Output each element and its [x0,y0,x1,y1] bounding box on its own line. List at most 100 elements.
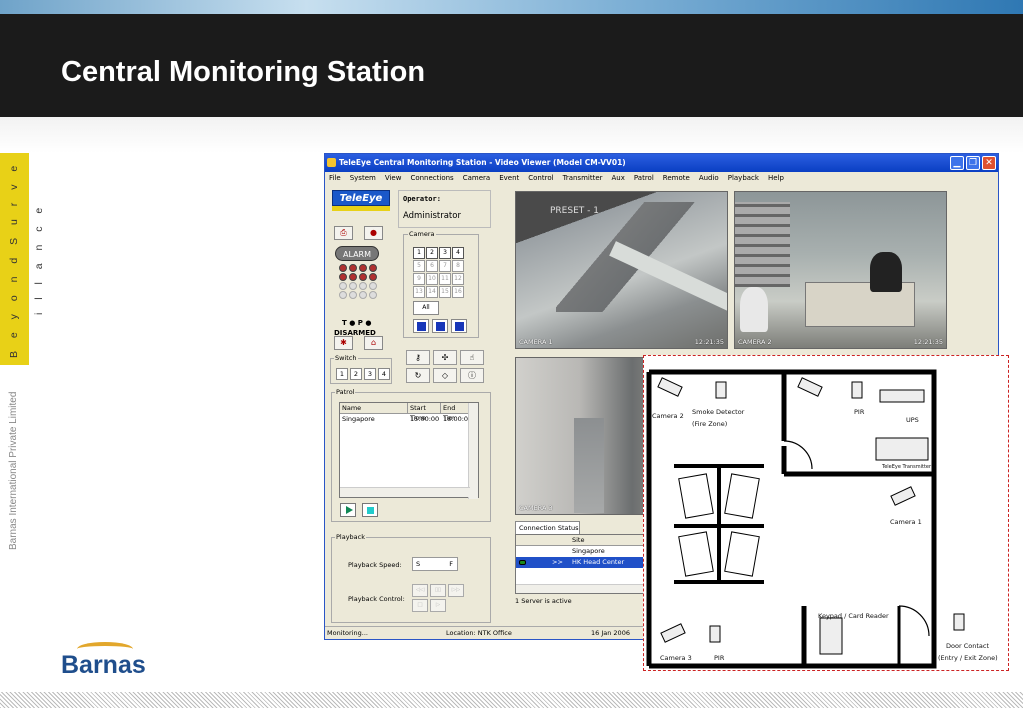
siren-icon[interactable]: ⌂ [364,336,383,350]
camera-button-5[interactable]: 5 [413,260,425,272]
fast-forward-icon[interactable]: ▷▷ [448,584,464,597]
floor-plan-drawing [646,369,965,669]
app-icon [327,158,336,167]
refresh-icon[interactable]: ↻ [406,368,430,383]
camera-button-4[interactable]: 4 [452,247,464,259]
camera-button-11[interactable]: 11 [439,273,451,285]
menu-patrol[interactable]: Patrol [634,172,654,185]
menu-system[interactable]: System [350,172,376,185]
record-icon[interactable]: ● [364,226,383,240]
patrol-col-start[interactable]: Start Time [408,403,441,422]
minimize-button[interactable]: ▁ [950,156,964,170]
quad-view-icon[interactable] [432,319,448,333]
patrol-label: Patrol [335,388,356,396]
table-row[interactable]: >> HK Head Center [516,557,652,568]
info-icon[interactable]: ⓘ [460,368,484,383]
operator-label: Operator: [403,195,441,203]
top-decor-band [0,0,1023,14]
stop-icon[interactable] [362,503,378,517]
camera-button-9[interactable]: 9 [413,273,425,285]
camera-button-16[interactable]: 16 [452,286,464,298]
camera-button-6[interactable]: 6 [426,260,438,272]
print-icon[interactable]: ⎙ [334,226,353,240]
camera-button-12[interactable]: 12 [452,273,464,285]
restore-button[interactable]: ❐ [966,156,980,170]
patrol-hscroll[interactable] [340,487,470,497]
alarm-button[interactable]: ALARM [335,246,379,261]
menu-control[interactable]: Control [528,172,553,185]
camera-group: Camera 1 2 3 4 5 6 7 8 9 10 11 12 13 14 … [403,230,479,338]
camera-time: 12:21:35 [913,338,943,346]
menu-connections[interactable]: Connections [410,172,453,185]
camera-button-1[interactable]: 1 [413,247,425,259]
camera-label: CAMERA 2 [738,338,772,346]
tab-connection-status[interactable]: Connection Status [515,521,580,534]
eraser-icon[interactable]: ◇ [433,368,457,383]
pause-icon[interactable]: ▯▯ [430,584,446,597]
window-titlebar[interactable]: TeleEye Central Monitoring Station - Vid… [325,154,998,172]
switch-label: Switch [334,354,358,362]
connection-table: Site Singapore >> HK Head Center [515,534,653,594]
switch-button-1[interactable]: 1 [336,368,348,380]
patrol-col-end[interactable]: End Tim [441,403,469,422]
camera-button-8[interactable]: 8 [452,260,464,272]
camera-button-13[interactable]: 13 [413,286,425,298]
menu-remote[interactable]: Remote [663,172,690,185]
menu-help[interactable]: Help [768,172,784,185]
camera-button-7[interactable]: 7 [439,260,451,272]
close-button[interactable]: ✕ [982,156,996,170]
rewind-icon[interactable]: ◁◁ [412,584,428,597]
table-row[interactable]: Singapore [516,546,652,557]
menu-audio[interactable]: Audio [699,172,719,185]
menu-event[interactable]: Event [499,172,519,185]
play-icon[interactable] [340,503,356,517]
camera-label: CAMERA 3 [519,504,553,512]
zoom-icon[interactable]: ✣ [433,350,457,365]
menu-file[interactable]: File [329,172,341,185]
all-cameras-button[interactable]: All [413,301,439,315]
playback-speed-slider[interactable]: S F [412,557,458,571]
switch-group: Switch 1 2 3 4 [330,354,392,384]
speed-slow-label: S [416,560,421,568]
patrol-header: Name Start Time End Tim [340,403,478,422]
menu-aux[interactable]: Aux [612,172,625,185]
arm-icon[interactable]: ✱ [334,336,353,350]
single-view-icon[interactable] [413,319,429,333]
playback-label: Playback [335,533,367,541]
menu-playback[interactable]: Playback [728,172,759,185]
play-triangle-icon[interactable]: ▷ [430,599,446,612]
camera-view-1[interactable]: PRESET - 1 CAMERA 1 12:21:35 [515,191,728,349]
camera-button-14[interactable]: 14 [426,286,438,298]
hand-icon[interactable]: ☝ [460,350,484,365]
label-pir-bottom: PIR [714,654,725,662]
switch-button-4[interactable]: 4 [378,368,390,380]
switch-button-2[interactable]: 2 [350,368,362,380]
camera-button-10[interactable]: 10 [426,273,438,285]
preset-overlay: PRESET - 1 [550,206,599,216]
menu-view[interactable]: View [385,172,402,185]
connection-hscroll[interactable] [516,584,652,593]
playback-speed-label: Playback Speed: [348,561,402,569]
slide-header: Central Monitoring Station [0,14,1023,117]
alarm-indicators [339,264,379,299]
camera-button-2[interactable]: 2 [426,247,438,259]
connection-status-panel: Connection Status Site Singapore >> HK H… [515,521,653,611]
logo-text: Barnas [61,651,146,679]
camera-button-3[interactable]: 3 [439,247,451,259]
grid-view-icon[interactable] [451,319,467,333]
table-row[interactable]: Singapore 15:00:00 18:00:0( [340,414,478,424]
patrol-vscroll[interactable] [468,403,478,499]
switch-button-3[interactable]: 3 [364,368,376,380]
company-name: Barnas International Private Limited [8,391,19,550]
alarm-panel: ALARM T ● P ● DISARMED [332,246,390,337]
camera-button-15[interactable]: 15 [439,286,451,298]
connection-col-site[interactable]: Site [516,535,652,546]
patrol-col-name[interactable]: Name [340,403,408,413]
camera-view-2[interactable]: CAMERA 2 12:21:35 [734,191,947,349]
tagline-bar: B e y o n d S u r v e i l l a n c e [0,153,45,365]
barnas-logo: Barnas [61,642,161,684]
menu-transmitter[interactable]: Transmitter [563,172,603,185]
menu-camera[interactable]: Camera [463,172,490,185]
key-icon[interactable]: ⚷ [406,350,430,365]
stop-square-icon[interactable]: □ [412,599,428,612]
